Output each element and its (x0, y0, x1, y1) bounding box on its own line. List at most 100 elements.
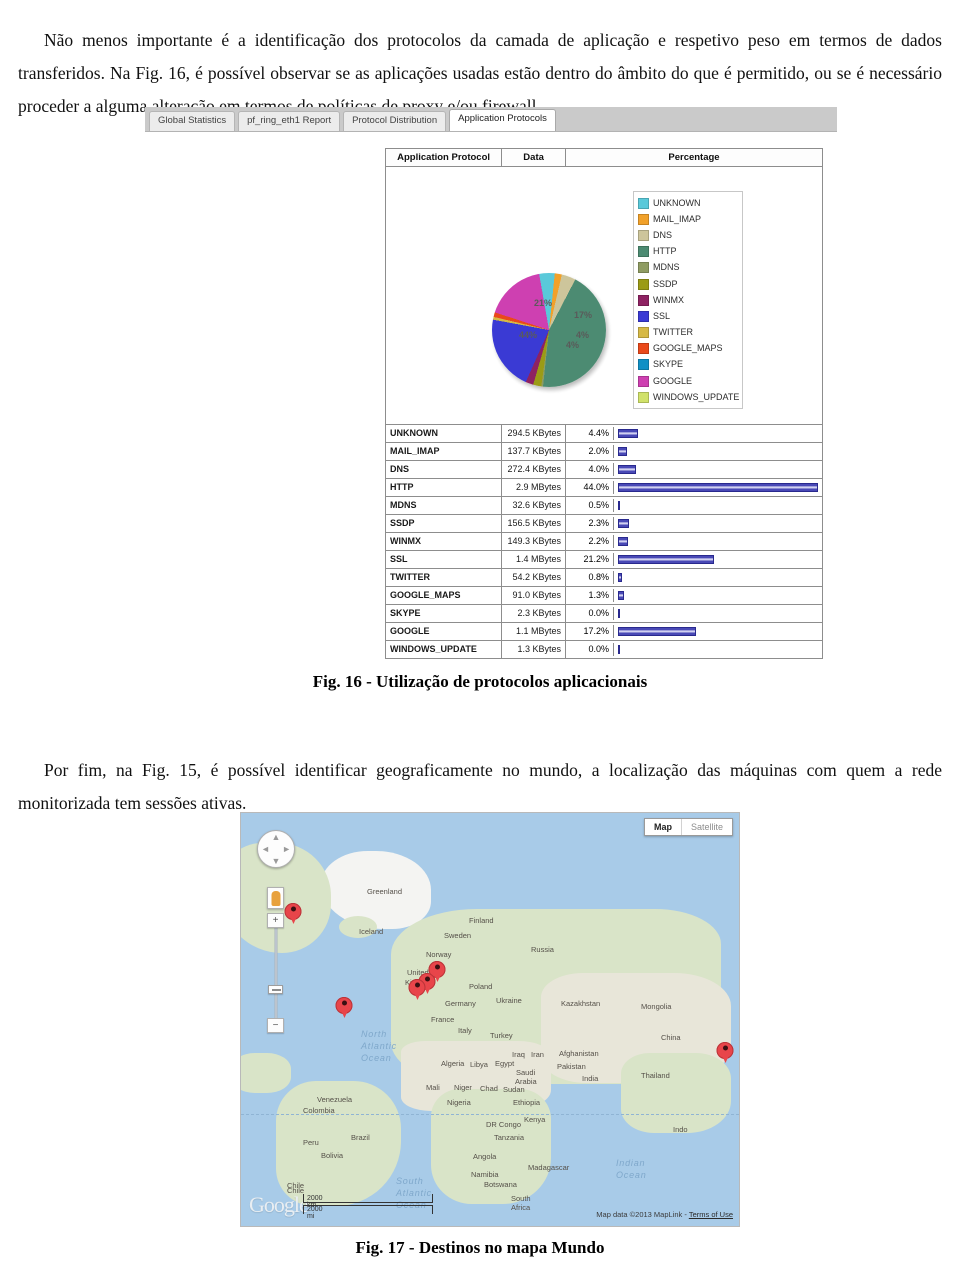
percentage-value: 4.0% (570, 463, 614, 476)
legend-item-skype[interactable]: SKYPE (638, 357, 738, 373)
map-label-italy: Italy (458, 1026, 472, 1035)
map-label-colombia: Colombia (303, 1106, 335, 1115)
ntop-tab-protocol-distribution[interactable]: Protocol Distribution (343, 111, 447, 131)
map-label-ethiopia: Ethiopia (513, 1098, 541, 1107)
cell-percentage: 0.8% (565, 568, 823, 587)
landmass-central-america (241, 1053, 291, 1093)
map-marker[interactable] (716, 1042, 734, 1066)
pegman-streetview-control[interactable] (267, 887, 284, 909)
map-label-norway: Norway (426, 950, 452, 959)
pan-up-icon[interactable]: ▲ (272, 832, 281, 842)
zoom-out-button[interactable]: − (267, 1018, 284, 1033)
percentage-bar-track (614, 625, 818, 638)
legend-item-mail_imap[interactable]: MAIL_IMAP (638, 211, 738, 227)
legend-swatch-icon (638, 213, 649, 225)
table-row[interactable]: UNKNOWN 294.5 KBytes 4.4% (384, 424, 823, 443)
table-row[interactable]: MAIL_IMAP 137.7 KBytes 2.0% (384, 442, 823, 461)
header-data[interactable]: Data (501, 148, 566, 167)
table-row[interactable]: WINDOWS_UPDATE 1.3 KBytes 0.0% (384, 640, 823, 659)
percentage-bar-track (614, 553, 818, 566)
cell-data: 2.9 MBytes (501, 478, 566, 497)
map-label-finland: Finland (469, 916, 494, 925)
terms-of-use-link[interactable]: Terms of Use (689, 1210, 733, 1219)
map-label-ocean: Ocean (616, 1170, 647, 1180)
cell-percentage: 17.2% (565, 622, 823, 641)
map-label-kenya: Kenya (524, 1115, 546, 1124)
legend-item-ssdp[interactable]: SSDP (638, 276, 738, 292)
map-label-poland: Poland (469, 982, 493, 991)
header-percentage[interactable]: Percentage (565, 148, 823, 167)
cell-percentage: 4.4% (565, 424, 823, 443)
map-label-nigeria: Nigeria (447, 1098, 471, 1107)
percentage-bar-track (614, 571, 818, 584)
header-application-protocol[interactable]: Application Protocol (384, 148, 503, 167)
table-row[interactable]: HTTP 2.9 MBytes 44.0% (384, 478, 823, 497)
map-pan-control[interactable]: ▲ ▼ ◄ ► (257, 830, 295, 868)
table-row[interactable]: GOOGLE_MAPS 91.0 KBytes 1.3% (384, 586, 823, 605)
map-label-botswana: Botswana (484, 1180, 517, 1189)
legend-item-twitter[interactable]: TWITTER (638, 325, 738, 341)
percentage-bar-fill (618, 609, 620, 618)
legend-label: SSL (653, 310, 671, 321)
map-label-iran: Iran (531, 1050, 544, 1059)
map-zoom-control[interactable]: + − (267, 913, 284, 1033)
table-row[interactable]: SSL 1.4 MBytes 21.2% (384, 550, 823, 569)
legend-item-google[interactable]: GOOGLE (638, 373, 738, 389)
table-row[interactable]: SKYPE 2.3 KBytes 0.0% (384, 604, 823, 623)
table-row[interactable]: TWITTER 54.2 KBytes 0.8% (384, 568, 823, 587)
map-label-mali: Mali (426, 1083, 440, 1092)
cell-protocol: SSDP (384, 514, 503, 533)
legend-item-unknown[interactable]: UNKNOWN (638, 195, 738, 211)
cell-percentage: 2.2% (565, 532, 823, 551)
legend-item-http[interactable]: HTTP (638, 244, 738, 260)
map-type-map-button[interactable]: Map (644, 819, 681, 835)
cell-protocol: MDNS (384, 496, 503, 515)
legend-item-windows_update[interactable]: WINDOWS_UPDATE (638, 389, 739, 405)
map-marker[interactable] (284, 903, 302, 927)
legend-item-ssl[interactable]: SSL (638, 308, 738, 324)
ntop-tab-pf-ring-eth1-report[interactable]: pf_ring_eth1 Report (238, 111, 341, 131)
map-label-africa: Africa (511, 1203, 531, 1212)
map-label-thailand: Thailand (641, 1071, 670, 1080)
legend-item-google_maps[interactable]: GOOGLE_MAPS (638, 341, 738, 357)
map-label-atlantic: Atlantic (361, 1041, 397, 1051)
percentage-bar-fill (618, 573, 622, 582)
pan-left-icon[interactable]: ◄ (261, 844, 270, 854)
map-label-algeria: Algeria (441, 1059, 465, 1068)
map-label-greenland: Greenland (367, 887, 403, 896)
table-row[interactable]: GOOGLE 1.1 MBytes 17.2% (384, 622, 823, 641)
table-row[interactable]: SSDP 156.5 KBytes 2.3% (384, 514, 823, 533)
cell-percentage: 0.0% (565, 640, 823, 659)
legend-label: MAIL_IMAP (653, 213, 702, 224)
legend-item-mdns[interactable]: MDNS (638, 260, 738, 276)
table-row[interactable]: MDNS 32.6 KBytes 0.5% (384, 496, 823, 515)
ntop-tab-application-protocols[interactable]: Application Protocols (449, 109, 556, 131)
zoom-slider-thumb[interactable] (268, 985, 283, 994)
legend-swatch-icon (638, 375, 649, 387)
zoom-slider-track[interactable] (274, 927, 277, 1019)
map-marker[interactable] (408, 979, 426, 1003)
world-destinations-map-screenshot[interactable]: Greenland Iceland Finland Sweden Norway Russi… (240, 812, 740, 1227)
legend-item-dns[interactable]: DNS (638, 227, 738, 243)
legend-swatch-icon (638, 310, 649, 322)
percentage-value: 2.3% (570, 517, 614, 530)
table-row[interactable]: WINMX 149.3 KBytes 2.2% (384, 532, 823, 551)
map-type-control[interactable]: Map Satellite (643, 818, 733, 836)
legend-item-winmx[interactable]: WINMX (638, 292, 738, 308)
map-pin-center-dot (290, 906, 296, 912)
zoom-in-button[interactable]: + (267, 913, 284, 928)
map-label-kazakhstan: Kazakhstan (561, 999, 601, 1008)
map-label-chile: Chile (287, 1181, 305, 1190)
cell-protocol: WINMX (384, 532, 503, 551)
percentage-value: 0.5% (570, 499, 614, 512)
pan-right-icon[interactable]: ► (282, 844, 291, 854)
percentage-bar-fill (618, 591, 624, 600)
cell-data: 91.0 KBytes (501, 586, 566, 605)
percentage-value: 4.4% (570, 427, 614, 440)
map-marker[interactable] (335, 997, 353, 1021)
map-type-satellite-button[interactable]: Satellite (680, 819, 732, 835)
ntop-tab-global-statistics[interactable]: Global Statistics (149, 111, 236, 131)
table-row[interactable]: DNS 272.4 KBytes 4.0% (384, 460, 823, 479)
pan-down-icon[interactable]: ▼ (272, 856, 281, 866)
tab-bar-filler (559, 130, 837, 131)
